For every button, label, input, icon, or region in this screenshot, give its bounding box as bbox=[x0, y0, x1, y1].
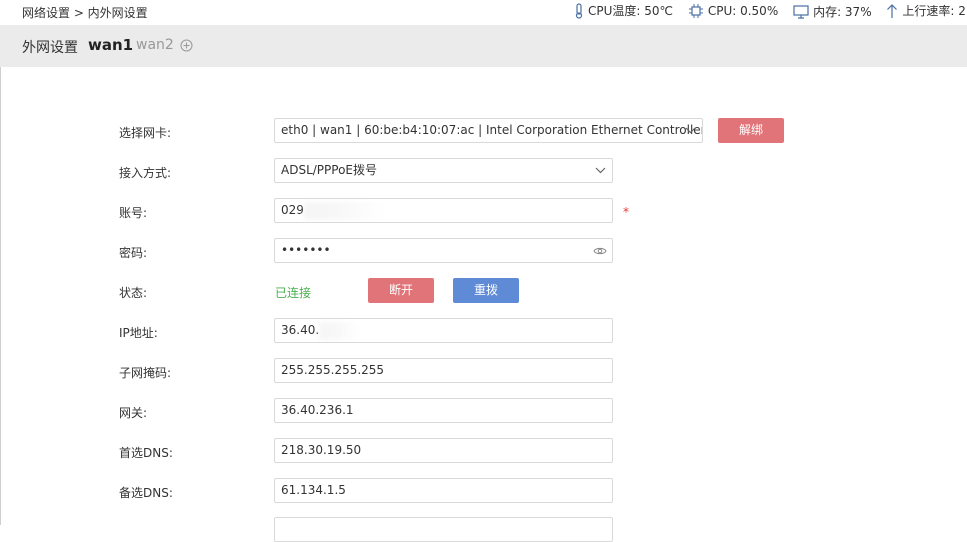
top-bar: 网络设置 > 内外网设置 CPU温度: 50℃ CPU: 0.50% 内存: 3… bbox=[0, 0, 967, 24]
memory-value: 内存: 37% bbox=[813, 5, 872, 19]
subnet-input[interactable]: 255.255.255.255 bbox=[274, 358, 613, 383]
upload-value: 上行速率: 2.4 bbox=[902, 4, 967, 18]
memory-stat: 内存: 37% bbox=[793, 3, 872, 20]
disconnect-button[interactable]: 断开 bbox=[368, 278, 434, 303]
ip-label: IP地址: bbox=[119, 326, 158, 340]
dns1-input[interactable]: 218.30.19.50 bbox=[274, 438, 613, 463]
thermometer-icon bbox=[575, 2, 583, 19]
gateway-label: 网关: bbox=[119, 406, 148, 420]
account-label: 账号: bbox=[119, 206, 148, 220]
cpu-usage-value: CPU: 0.50% bbox=[707, 3, 779, 18]
tab-wan1[interactable]: wan1 bbox=[88, 36, 133, 54]
plus-circle-icon bbox=[180, 39, 193, 52]
access-mode-select[interactable]: ADSL/PPPoE拨号 bbox=[274, 158, 613, 183]
access-mode-value: ADSL/PPPoE拨号 bbox=[281, 163, 378, 177]
gateway-value: 36.40.236.1 bbox=[281, 403, 354, 417]
account-value: 029 bbox=[281, 203, 304, 217]
redaction bbox=[303, 201, 384, 220]
cpu-chip-icon bbox=[688, 3, 703, 18]
status-value: 已连接 bbox=[275, 286, 312, 300]
upload-stat: 上行速率: 2.4 bbox=[886, 2, 967, 19]
nic-label: 选择网卡: bbox=[119, 126, 172, 140]
nic-value: eth0 | wan1 | 60:be:b4:10:07:ac | Intel … bbox=[281, 123, 703, 137]
tab-header: 外网设置 wan1 wan2 bbox=[0, 25, 967, 67]
chevron-down-icon bbox=[685, 127, 696, 134]
password-label: 密码: bbox=[119, 246, 148, 260]
subnet-value: 255.255.255.255 bbox=[281, 363, 385, 377]
subnet-label: 子网掩码: bbox=[119, 366, 172, 380]
cpu-temp-value: CPU温度: 50℃ bbox=[588, 4, 674, 18]
cpu-temp-stat: CPU温度: 50℃ bbox=[574, 2, 673, 19]
left-divider bbox=[0, 67, 1, 525]
unbind-button[interactable]: 解绑 bbox=[718, 118, 784, 143]
ip-value: 36.40. bbox=[281, 323, 320, 337]
dns1-label: 首选DNS: bbox=[119, 446, 173, 460]
password-input[interactable]: ••••••• bbox=[274, 238, 613, 263]
cpu-usage-stat: CPU: 0.50% bbox=[688, 3, 778, 19]
redaction bbox=[319, 321, 360, 340]
status-label: 状态: bbox=[119, 286, 148, 300]
monitor-icon bbox=[793, 4, 809, 19]
password-value: ••••••• bbox=[281, 243, 331, 257]
breadcrumb: 网络设置 > 内外网设置 bbox=[22, 6, 148, 20]
tab-wan2[interactable]: wan2 bbox=[136, 37, 174, 53]
next-field-input[interactable] bbox=[274, 517, 613, 542]
gateway-input[interactable]: 36.40.236.1 bbox=[274, 398, 613, 423]
nic-select[interactable]: eth0 | wan1 | 60:be:b4:10:07:ac | Intel … bbox=[274, 118, 703, 143]
redial-button[interactable]: 重拨 bbox=[453, 278, 519, 303]
chevron-down-icon bbox=[595, 167, 606, 174]
add-wan-button[interactable] bbox=[180, 39, 193, 55]
eye-icon[interactable] bbox=[593, 246, 607, 256]
access-mode-label: 接入方式: bbox=[119, 166, 172, 180]
dns2-label: 备选DNS: bbox=[119, 486, 173, 500]
arrow-up-icon bbox=[887, 3, 898, 18]
required-mark: * bbox=[623, 205, 629, 219]
dns1-value: 218.30.19.50 bbox=[281, 443, 362, 457]
section-title: 外网设置 bbox=[22, 40, 78, 56]
dns2-input[interactable]: 61.134.1.5 bbox=[274, 478, 613, 503]
system-stats: CPU温度: 50℃ CPU: 0.50% 内存: 37% 上行速率: 2.4 bbox=[574, 2, 967, 22]
account-input[interactable]: 029 bbox=[274, 198, 613, 223]
dns2-value: 61.134.1.5 bbox=[281, 483, 346, 497]
ip-input[interactable]: 36.40. bbox=[274, 318, 613, 343]
